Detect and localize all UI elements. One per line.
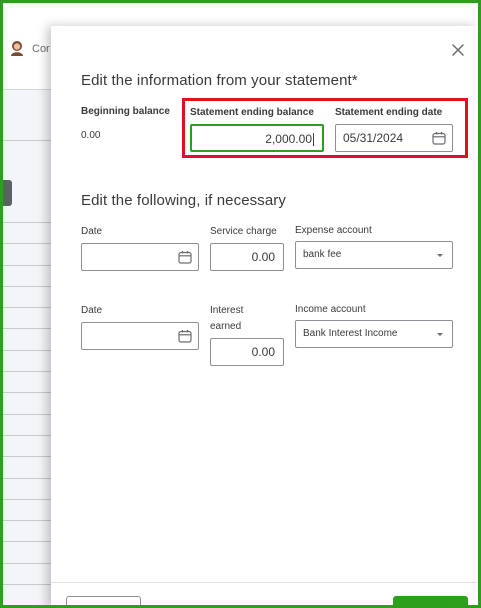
service-date-input[interactable] [81,243,199,271]
ending-date-input[interactable]: 05/31/2024 [335,124,453,152]
calendar-icon[interactable] [178,329,192,343]
text-cursor [313,133,314,147]
income-account-value: Bank Interest Income [303,328,398,339]
interest-date-input[interactable] [81,322,199,350]
chevron-down-icon [437,333,443,336]
expense-account-value: bank fee [303,249,342,260]
service-charge-input[interactable]: 0.00 [210,243,284,271]
calendar-icon[interactable] [178,250,192,264]
calendar-icon[interactable] [432,131,446,145]
footer-divider [51,582,478,583]
reconcile-drawer: Edit the information from your statement… [51,26,478,608]
interest-earned-label-line1: Interest [210,305,244,316]
footer-secondary-button[interactable] [66,596,141,608]
ending-date-label: Statement ending date [335,107,443,118]
interest-earned-label-line2: earned [210,321,242,332]
ending-balance-value: 2,000.00 [265,132,312,146]
adjustments-section-title: Edit the following, if necessary [81,192,286,209]
service-date-label: Date [81,226,103,237]
interest-earned-value: 0.00 [251,345,275,359]
expense-account-label: Expense account [295,225,372,236]
chevron-down-icon [437,254,443,257]
income-account-select[interactable]: Bank Interest Income [295,320,453,348]
background-tab[interactable] [3,180,12,206]
avatar [11,41,23,56]
service-charge-label: Service charge [210,226,277,237]
ending-date-value: 05/31/2024 [343,131,404,145]
footer-primary-button[interactable] [393,596,468,608]
statement-section-title: Edit the information from your statement… [81,72,358,89]
expense-account-select[interactable]: bank fee [295,241,453,269]
income-account-label: Income account [295,304,366,315]
beginning-balance-value: 0.00 [81,130,101,141]
service-charge-value: 0.00 [251,250,275,264]
interest-date-label: Date [81,305,103,316]
close-icon [452,44,464,56]
interest-earned-label: Interest earned [210,304,243,334]
beginning-balance-label: Beginning balance [81,106,170,117]
ending-balance-input[interactable]: 2,000.00 [190,124,324,152]
close-button[interactable] [451,43,465,57]
company-name[interactable]: Cor [32,43,50,55]
interest-earned-input[interactable]: 0.00 [210,338,284,366]
ending-balance-label: Statement ending balance [190,107,314,118]
